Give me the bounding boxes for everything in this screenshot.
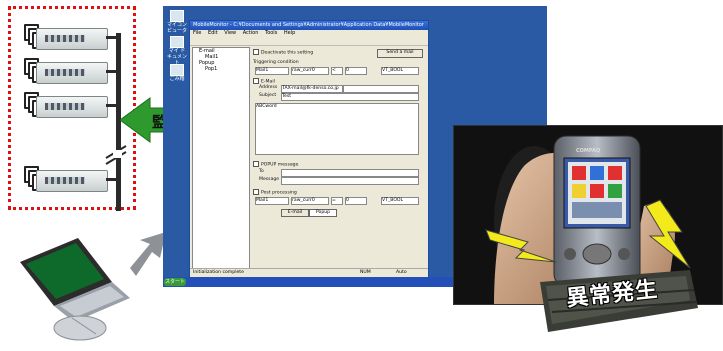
post-operator-select[interactable]: = [331, 197, 343, 205]
desktop-icon[interactable]: マイコンピュータ [167, 10, 187, 34]
laptop-icon [20, 238, 130, 322]
postproc-checkbox[interactable]: Post processing [253, 189, 297, 197]
status-mode: Auto [396, 270, 407, 275]
message-label: Message [259, 177, 280, 182]
post-source-select[interactable]: Mail1 [255, 197, 289, 205]
body-textarea[interactable]: ABCword [255, 103, 419, 155]
pda-dpad [582, 243, 612, 265]
menu-item[interactable]: Tools [265, 30, 277, 36]
post-value-input[interactable]: 0 [345, 197, 367, 205]
menu-item[interactable]: File [193, 30, 201, 36]
bus-gap [113, 150, 122, 158]
start-button[interactable]: スタート [164, 278, 186, 286]
message-input[interactable] [281, 177, 419, 185]
desktop-icon[interactable]: ごみ箱 [167, 64, 187, 82]
to-label: To [259, 169, 264, 174]
address-extra-input[interactable] [343, 85, 419, 93]
mouse-icon [53, 315, 107, 341]
status-left: Initialization complete [193, 270, 244, 275]
address-label: Address [259, 85, 278, 90]
status-num: NUM [360, 270, 371, 275]
tree-item[interactable]: Pop1 [193, 66, 249, 72]
menu-item[interactable]: Help [284, 30, 295, 36]
popup-checkbox[interactable]: POPUP message [253, 161, 298, 169]
pda-brand: COMPAQ [576, 148, 601, 154]
menu-bar: File Edit View Action Tools Help [190, 30, 428, 37]
trigger-value-input[interactable]: 0 [345, 67, 367, 75]
deactivate-checkbox[interactable]: Deactivate this setting [253, 49, 313, 57]
trigger-unit-select[interactable]: VT_BOOL [381, 67, 419, 75]
menu-item[interactable]: View [224, 30, 236, 36]
trigger-operator-select[interactable]: < [331, 67, 343, 75]
subject-label: Subject [259, 93, 277, 98]
tab-popup[interactable]: Popup [309, 209, 337, 217]
subject-input[interactable]: Test [281, 93, 419, 101]
trigger-source-select[interactable]: Mail1 [255, 67, 289, 75]
connection-arrow [130, 232, 166, 276]
desktop-icon[interactable]: マイ ドキュメント [167, 36, 187, 66]
trigger-label: Triggering condition [253, 60, 299, 65]
menu-item[interactable]: Action [243, 30, 259, 36]
status-bar: Initialization complete NUM Auto [190, 268, 428, 277]
post-field-select[interactable]: raw_curr0 [291, 197, 329, 205]
toolbar [190, 37, 428, 52]
send-test-button[interactable]: Send a mail [377, 49, 423, 58]
app-window: MobileMonitor - C:¥Documents and Setting… [189, 20, 429, 278]
post-unit-select[interactable]: VT_BOOL [381, 197, 419, 205]
window-title: MobileMonitor - C:¥Documents and Setting… [190, 21, 428, 30]
menu-item[interactable]: Edit [208, 30, 218, 36]
trigger-field-select[interactable]: raw_curr0 [291, 67, 329, 75]
settings-tree: E-mail Mail1 Popup Pop1 [192, 47, 250, 269]
to-input[interactable] [281, 169, 419, 177]
address-input[interactable]: TAX-mail@fk-denso.co.jp [281, 85, 343, 93]
tab-email[interactable]: E-mail [281, 209, 309, 217]
settings-panel: Deactivate this setting Send a mail Trig… [251, 47, 425, 267]
